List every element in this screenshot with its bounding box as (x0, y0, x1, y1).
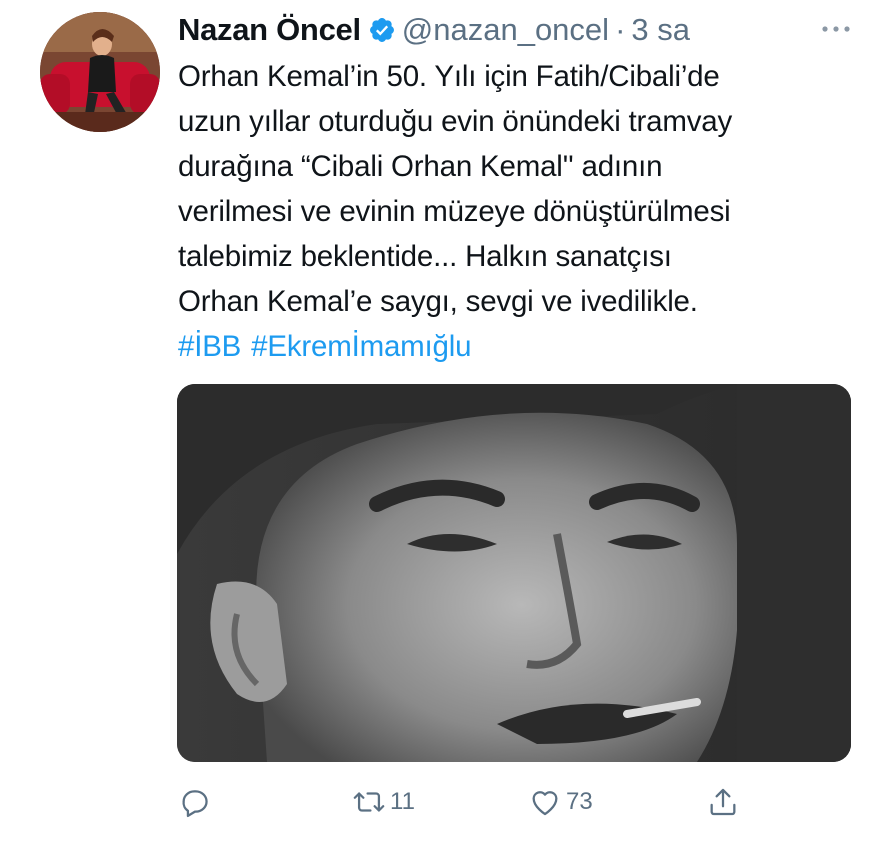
like-button[interactable]: 73 (528, 780, 593, 824)
tweet-text-line: durağına “Cibali Orhan Kemal'' adının (178, 150, 663, 183)
tweet-header: Nazan Öncel @nazan_oncel · 3 sa (178, 8, 856, 52)
share-icon (710, 788, 736, 816)
author-handle[interactable]: @nazan_oncel (402, 12, 609, 48)
tweet-timestamp[interactable]: 3 sa (631, 12, 690, 48)
tweet-text-line: uzun yıllar oturduğu evin önündeki tramv… (178, 105, 733, 138)
separator-dot: · (615, 12, 626, 47)
reply-button[interactable] (178, 780, 216, 824)
verified-badge-icon (369, 18, 394, 42)
reply-icon (182, 790, 208, 818)
hashtag-link[interactable]: #İBB (178, 330, 241, 363)
more-options-icon[interactable] (816, 14, 856, 44)
retweet-icon (353, 792, 385, 812)
tweet-text-line: Orhan Kemal’e saygı, sevgi ve ivedilikle… (178, 285, 698, 318)
portrait-photo (177, 384, 851, 762)
heart-icon (532, 791, 558, 816)
tweet-text-line: verilmesi ve evinin müzeye dönüştürülmes… (178, 195, 731, 228)
tweet-text: Orhan Kemal’in 50. Yılı için Fatih/Cibal… (178, 54, 868, 369)
avatar-photo (40, 12, 160, 132)
tweet-text-line: Orhan Kemal’in 50. Yılı için Fatih/Cibal… (178, 60, 720, 93)
retweet-count: 11 (390, 788, 415, 815)
hashtags: #İBB #Ekremİmamığlu (178, 324, 868, 369)
tweet-media-photo[interactable] (177, 384, 851, 762)
avatar[interactable] (40, 12, 160, 132)
retweet-button[interactable]: 11 (352, 780, 415, 824)
hashtag-link[interactable]: #Ekremİmamığlu (251, 330, 471, 363)
share-button[interactable] (706, 780, 740, 824)
tweet-action-bar: 11 73 (178, 780, 778, 824)
tweet-text-line: talebimiz beklentide... Halkın sanatçısı (178, 240, 672, 273)
like-count: 73 (566, 788, 593, 815)
author-name[interactable]: Nazan Öncel (178, 12, 361, 48)
